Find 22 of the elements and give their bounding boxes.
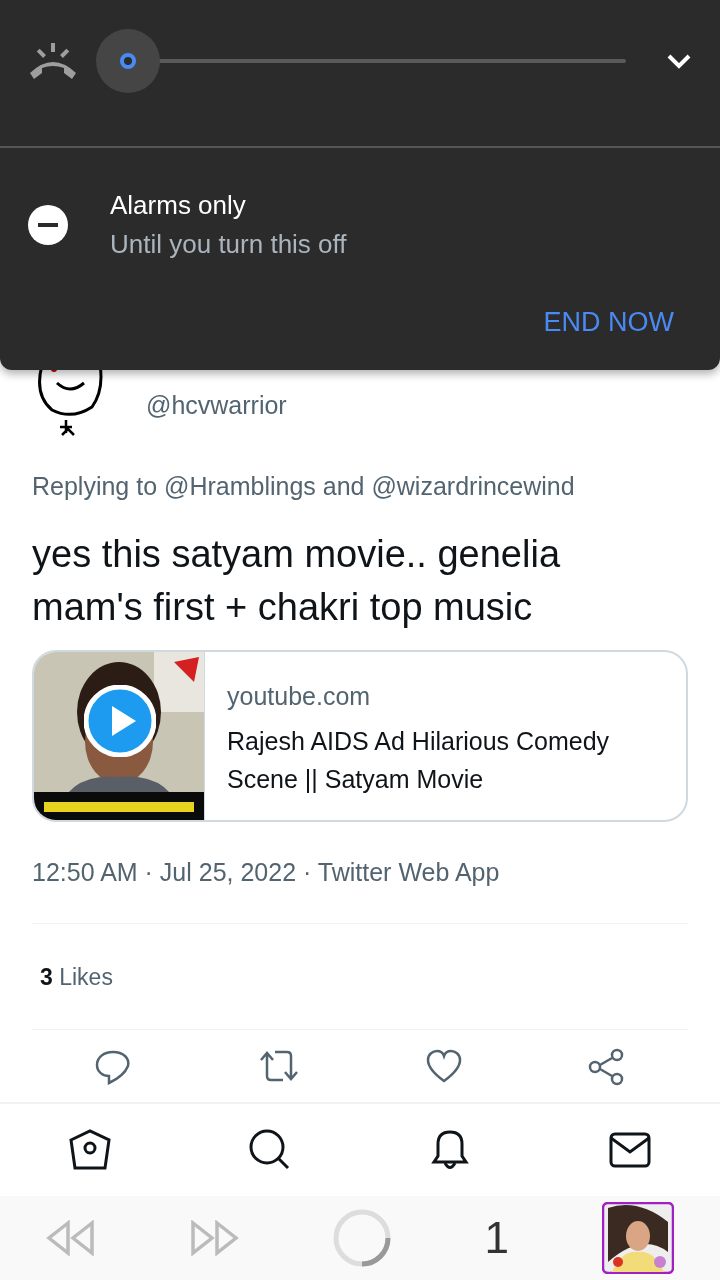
do-not-disturb-icon bbox=[28, 205, 68, 245]
mode-title: Alarms only bbox=[110, 189, 247, 222]
likes-count[interactable]: 3 Likes bbox=[32, 924, 688, 1029]
user-handle[interactable]: @hcvwarrior bbox=[146, 387, 287, 425]
tweet-text: yes this satyam movie.. genelia mam's first + chakri top music bbox=[32, 531, 561, 630]
play-icon[interactable] bbox=[84, 684, 156, 757]
home-icon[interactable] bbox=[68, 1127, 112, 1172]
tab-count[interactable]: 1 bbox=[484, 1204, 509, 1271]
link-title: Rajesh AIDS Ad Hilarious Comedy Scene || Satyam Movie bbox=[227, 726, 611, 795]
ringer-icon[interactable] bbox=[28, 41, 78, 81]
search-icon[interactable] bbox=[248, 1127, 292, 1172]
tweet-metadata: 12:50 AM · Jul 25, 2022 · Twitter Web App bbox=[32, 856, 501, 888]
link-card[interactable]: youtube.com Rajesh AIDS Ad Hilarious Comedy Scene || Satyam Movie bbox=[32, 649, 688, 822]
replying-to-text: Replying to @Hramblings and @wizardrincewind bbox=[32, 471, 576, 502]
link-domain: youtube.com bbox=[227, 680, 372, 712]
end-now-button[interactable]: END NOW bbox=[543, 302, 674, 343]
mode-subtitle: Until you turn this off bbox=[110, 228, 347, 261]
loading-spinner-icon bbox=[331, 1207, 392, 1268]
chevron-down-icon[interactable] bbox=[666, 53, 692, 69]
share-icon[interactable] bbox=[587, 1047, 626, 1086]
like-icon[interactable] bbox=[425, 1047, 464, 1084]
mention-link[interactable]: @Hramblings and @wizardrincewind bbox=[164, 472, 575, 500]
